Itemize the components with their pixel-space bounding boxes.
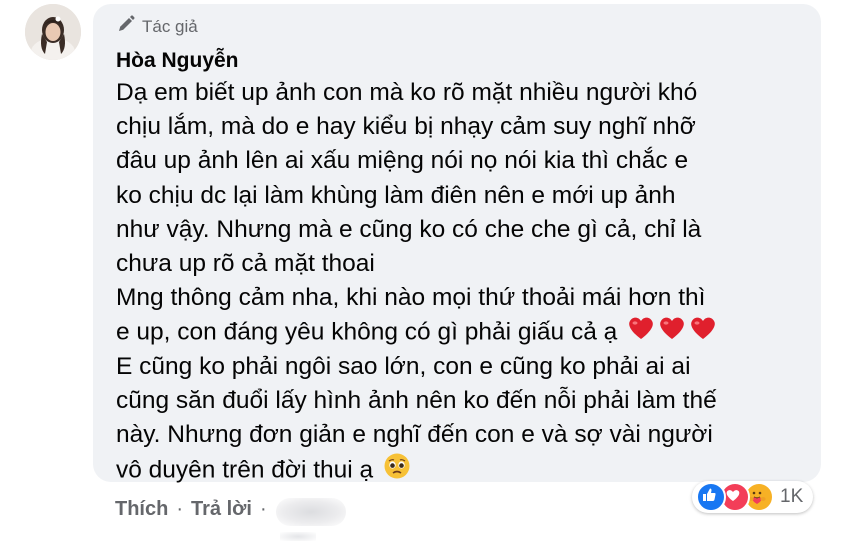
comment-line-with-hearts: e up, con đáng yêu không có gì phải giấu… (116, 315, 816, 349)
comment-actions: Thích · Trả lời · (115, 498, 275, 521)
separator-dot: · (259, 498, 267, 520)
author-name[interactable]: Hòa Nguyễn (116, 49, 239, 73)
reaction-count: 1K (780, 486, 804, 507)
comment-text: Dạ em biết up ảnh con mà ko rõ mặt nhiều… (116, 76, 816, 486)
author-badge-label: Tác giả (142, 16, 198, 36)
like-button[interactable]: Thích (115, 498, 168, 521)
comment-line: chưa up rõ cả mặt thoai (116, 249, 375, 277)
reply-button[interactable]: Trả lời (191, 498, 252, 521)
comment-line: Mng thông cảm nha, khi nào mọi thứ thoải… (116, 284, 706, 312)
author-badge: Tác giả (116, 14, 198, 39)
comment-line-text: vô duyên trên đời thui ạ (116, 456, 374, 484)
comment-line: Dạ em biết up ảnh con mà ko rõ mặt nhiều… (116, 79, 698, 106)
blurred-timestamp (276, 498, 346, 526)
blurred-region (280, 532, 316, 541)
red-heart-icon (658, 315, 686, 351)
comment-line: này. Nhưng đơn giản e nghĩ đến con e và … (116, 420, 713, 448)
comment-line: đâu up ảnh lên ai xấu miệng nói nọ nói k… (116, 147, 689, 175)
pen-icon (116, 14, 136, 39)
red-heart-icon (689, 315, 717, 351)
red-heart-icon (627, 315, 655, 351)
comment-line: E cũng ko phải ngôi sao lớn, con e cũng … (116, 352, 691, 380)
comment-line-text: e up, con đáng yêu không có gì phải giấu… (116, 318, 618, 346)
comment-bubble: Tác giả Hòa Nguyễn Dạ em biết up ảnh con… (93, 4, 821, 484)
pleading-face-icon (383, 452, 411, 490)
like-reaction-icon (696, 482, 726, 512)
comment-line: ko chịu dc lại làm khùng làm điên nên e … (116, 181, 676, 209)
avatar[interactable] (25, 4, 81, 60)
comment-line: chịu lắm, mà do e hay kiểu bị nhạy cảm s… (116, 113, 696, 141)
reaction-summary[interactable]: 1K (692, 481, 814, 513)
comment-line: cũng săn đuổi lấy hình ảnh nên ko đến nỗ… (116, 386, 717, 414)
comment-line: như vậy. Nhưng mà e cũng ko có che che g… (116, 215, 702, 243)
separator-dot: · (176, 498, 184, 520)
